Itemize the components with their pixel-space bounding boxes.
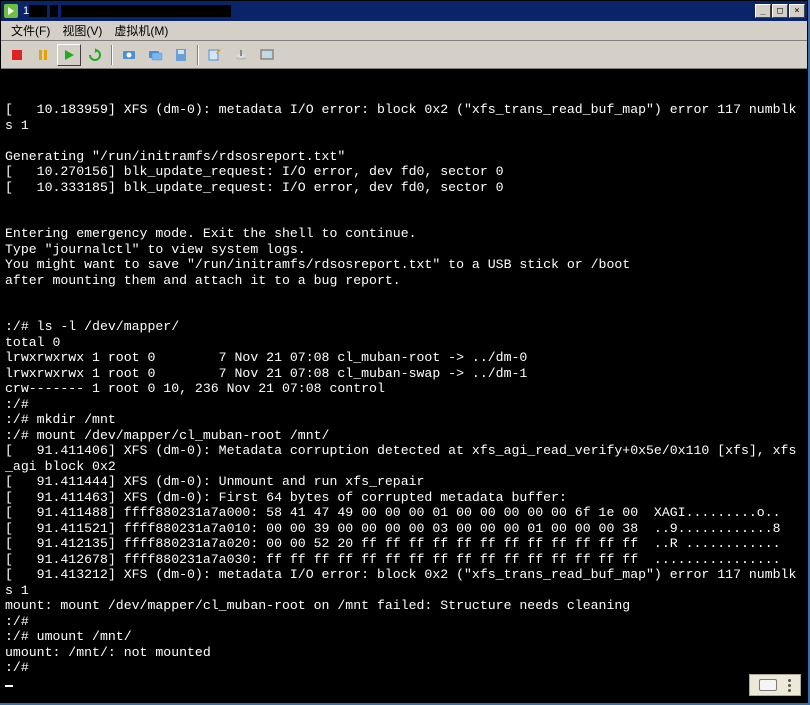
toolbar-separator	[111, 45, 113, 65]
disk-button[interactable]	[169, 44, 193, 66]
toolbar-separator-2	[197, 45, 199, 65]
connect-device-button[interactable]	[229, 44, 253, 66]
cursor	[5, 685, 13, 687]
stop-button[interactable]	[5, 44, 29, 66]
terminal[interactable]: [ 10.183959] XFS (dm-0): metadata I/O er…	[1, 69, 807, 702]
app-icon	[3, 3, 19, 19]
menu-view[interactable]: 视图(V)	[56, 20, 108, 41]
play-button[interactable]	[57, 44, 81, 66]
snapshot-manager-button[interactable]	[143, 44, 167, 66]
titlebar[interactable]: 1 _ □ ×	[1, 1, 807, 21]
toolbar	[1, 41, 807, 69]
fullscreen-button[interactable]	[255, 44, 279, 66]
keyboard-icon	[759, 679, 777, 691]
settings-button[interactable]	[203, 44, 227, 66]
menu-dots-icon	[788, 679, 791, 692]
maximize-button[interactable]: □	[772, 4, 788, 18]
menu-file[interactable]: 文件(F)	[5, 20, 56, 41]
terminal-output: [ 10.183959] XFS (dm-0): metadata I/O er…	[5, 102, 803, 676]
pause-button[interactable]	[31, 44, 55, 66]
menu-vm[interactable]: 虚拟机(M)	[108, 20, 174, 41]
window-title: 1	[23, 5, 755, 17]
minimize-button[interactable]: _	[755, 4, 771, 18]
reset-button[interactable]	[83, 44, 107, 66]
window-controls: _ □ ×	[755, 4, 805, 18]
app-window: 1 _ □ × 文件(F) 视图(V) 虚拟机(M) [ 10.183959] …	[0, 0, 808, 703]
menubar: 文件(F) 视图(V) 虚拟机(M)	[1, 21, 807, 41]
input-hint-pane[interactable]	[749, 674, 801, 696]
snapshot-button[interactable]	[117, 44, 141, 66]
close-button[interactable]: ×	[789, 4, 805, 18]
